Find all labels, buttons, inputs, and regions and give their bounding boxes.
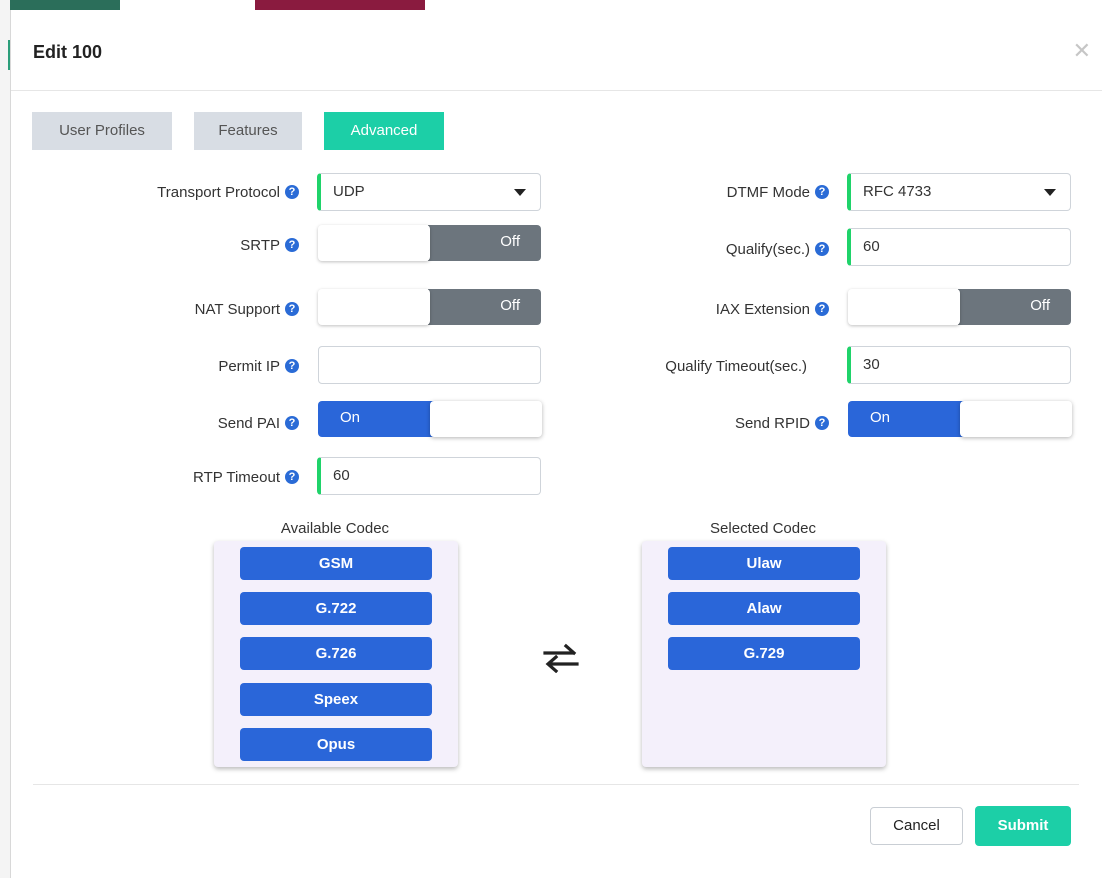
available-codec-title: Available Codec: [280, 520, 390, 537]
qualify-timeout-label: Qualify Timeout(sec.): [665, 358, 807, 375]
codec-item[interactable]: Opus: [240, 728, 432, 761]
background-app-header-strip-red: [255, 0, 425, 10]
available-codec-list: GSM G.722 G.726 Speex Opus: [214, 541, 458, 767]
toggle-state: On: [340, 409, 361, 426]
toggle-knob: [960, 401, 1072, 437]
help-icon[interactable]: ?: [285, 470, 299, 485]
rtp-timeout-input[interactable]: 60: [317, 457, 541, 495]
cancel-button[interactable]: Cancel: [870, 807, 963, 845]
toggle-knob: [318, 289, 430, 325]
nat-support-label: NAT Support?: [71, 300, 299, 320]
codec-item[interactable]: Ulaw: [668, 547, 860, 580]
qualify-timeout-value: 30: [863, 356, 880, 373]
help-icon[interactable]: ?: [815, 302, 829, 317]
toggle-track: Off: [958, 289, 1071, 325]
tab-features[interactable]: Features: [194, 112, 302, 150]
transport-protocol-label: Transport Protocol?: [71, 183, 299, 203]
caret-down-icon: [1044, 189, 1056, 196]
background-app-edge: [0, 0, 10, 878]
help-icon[interactable]: ?: [285, 185, 299, 200]
toggle-track: Off: [428, 225, 541, 261]
caret-down-icon: [514, 189, 526, 196]
send-rpid-label: Send RPID?: [601, 414, 829, 434]
dtmf-mode-label: DTMF Mode?: [601, 183, 829, 203]
permit-ip-label: Permit IP?: [71, 357, 299, 377]
toggle-knob: [848, 289, 960, 325]
transport-protocol-select[interactable]: UDP: [317, 173, 541, 211]
toggle-track: Off: [428, 289, 541, 325]
background-app-header-strip: [10, 0, 120, 10]
edit-extension-dialog: Edit 100 ✕ User Profiles Features Advanc…: [10, 10, 1102, 878]
qualify-input[interactable]: 60: [847, 228, 1071, 266]
codec-item[interactable]: G.722: [240, 592, 432, 625]
codec-item[interactable]: Speex: [240, 683, 432, 716]
toggle-state: Off: [1030, 297, 1050, 314]
send-pai-toggle[interactable]: On: [318, 401, 542, 437]
selected-codec-title: Selected Codec: [710, 520, 816, 537]
toggle-knob: [318, 225, 430, 261]
codec-item[interactable]: G.729: [668, 637, 860, 670]
tab-user-profiles[interactable]: User Profiles: [32, 112, 172, 150]
toggle-track: On: [318, 401, 434, 437]
toggle-state: Off: [500, 297, 520, 314]
help-icon[interactable]: ?: [815, 416, 829, 431]
dtmf-mode-select[interactable]: RFC 4733: [847, 173, 1071, 211]
help-icon[interactable]: ?: [285, 302, 299, 317]
toggle-state: Off: [500, 233, 520, 250]
submit-button[interactable]: Submit: [975, 806, 1071, 846]
iax-extension-label: IAX Extension?: [601, 300, 829, 320]
qualify-timeout-input[interactable]: 30: [847, 346, 1071, 384]
toggle-state: On: [870, 409, 891, 426]
dialog-header: Edit 100 ✕: [11, 10, 1102, 91]
srtp-toggle[interactable]: Off: [318, 225, 541, 261]
nat-support-toggle[interactable]: Off: [318, 289, 541, 325]
permit-ip-input[interactable]: [318, 346, 541, 384]
srtp-label: SRTP?: [71, 236, 299, 256]
send-rpid-toggle[interactable]: On: [848, 401, 1072, 437]
iax-extension-toggle[interactable]: Off: [848, 289, 1071, 325]
close-icon[interactable]: ✕: [1073, 40, 1091, 62]
transport-protocol-value: UDP: [333, 183, 365, 200]
send-pai-label: Send PAI?: [71, 414, 299, 434]
swap-arrows-icon[interactable]: [543, 643, 579, 673]
dialog-title: Edit 100: [33, 42, 103, 62]
toggle-track: On: [848, 401, 964, 437]
help-icon[interactable]: ?: [285, 238, 299, 253]
codec-item[interactable]: G.726: [240, 637, 432, 670]
selected-codec-list: Ulaw Alaw G.729: [642, 541, 886, 767]
dtmf-mode-value: RFC 4733: [863, 183, 932, 200]
codec-item[interactable]: GSM: [240, 547, 432, 580]
qualify-label: Qualify(sec.)?: [601, 240, 829, 260]
help-icon[interactable]: ?: [815, 242, 829, 257]
help-icon[interactable]: ?: [285, 359, 299, 374]
qualify-value: 60: [863, 238, 880, 255]
rtp-timeout-label: RTP Timeout?: [71, 468, 299, 488]
help-icon[interactable]: ?: [815, 185, 829, 200]
toggle-knob: [430, 401, 542, 437]
tab-advanced[interactable]: Advanced: [324, 112, 444, 150]
help-icon[interactable]: ?: [285, 416, 299, 431]
codec-item[interactable]: Alaw: [668, 592, 860, 625]
rtp-timeout-value: 60: [333, 467, 350, 484]
footer-divider: [33, 784, 1079, 785]
